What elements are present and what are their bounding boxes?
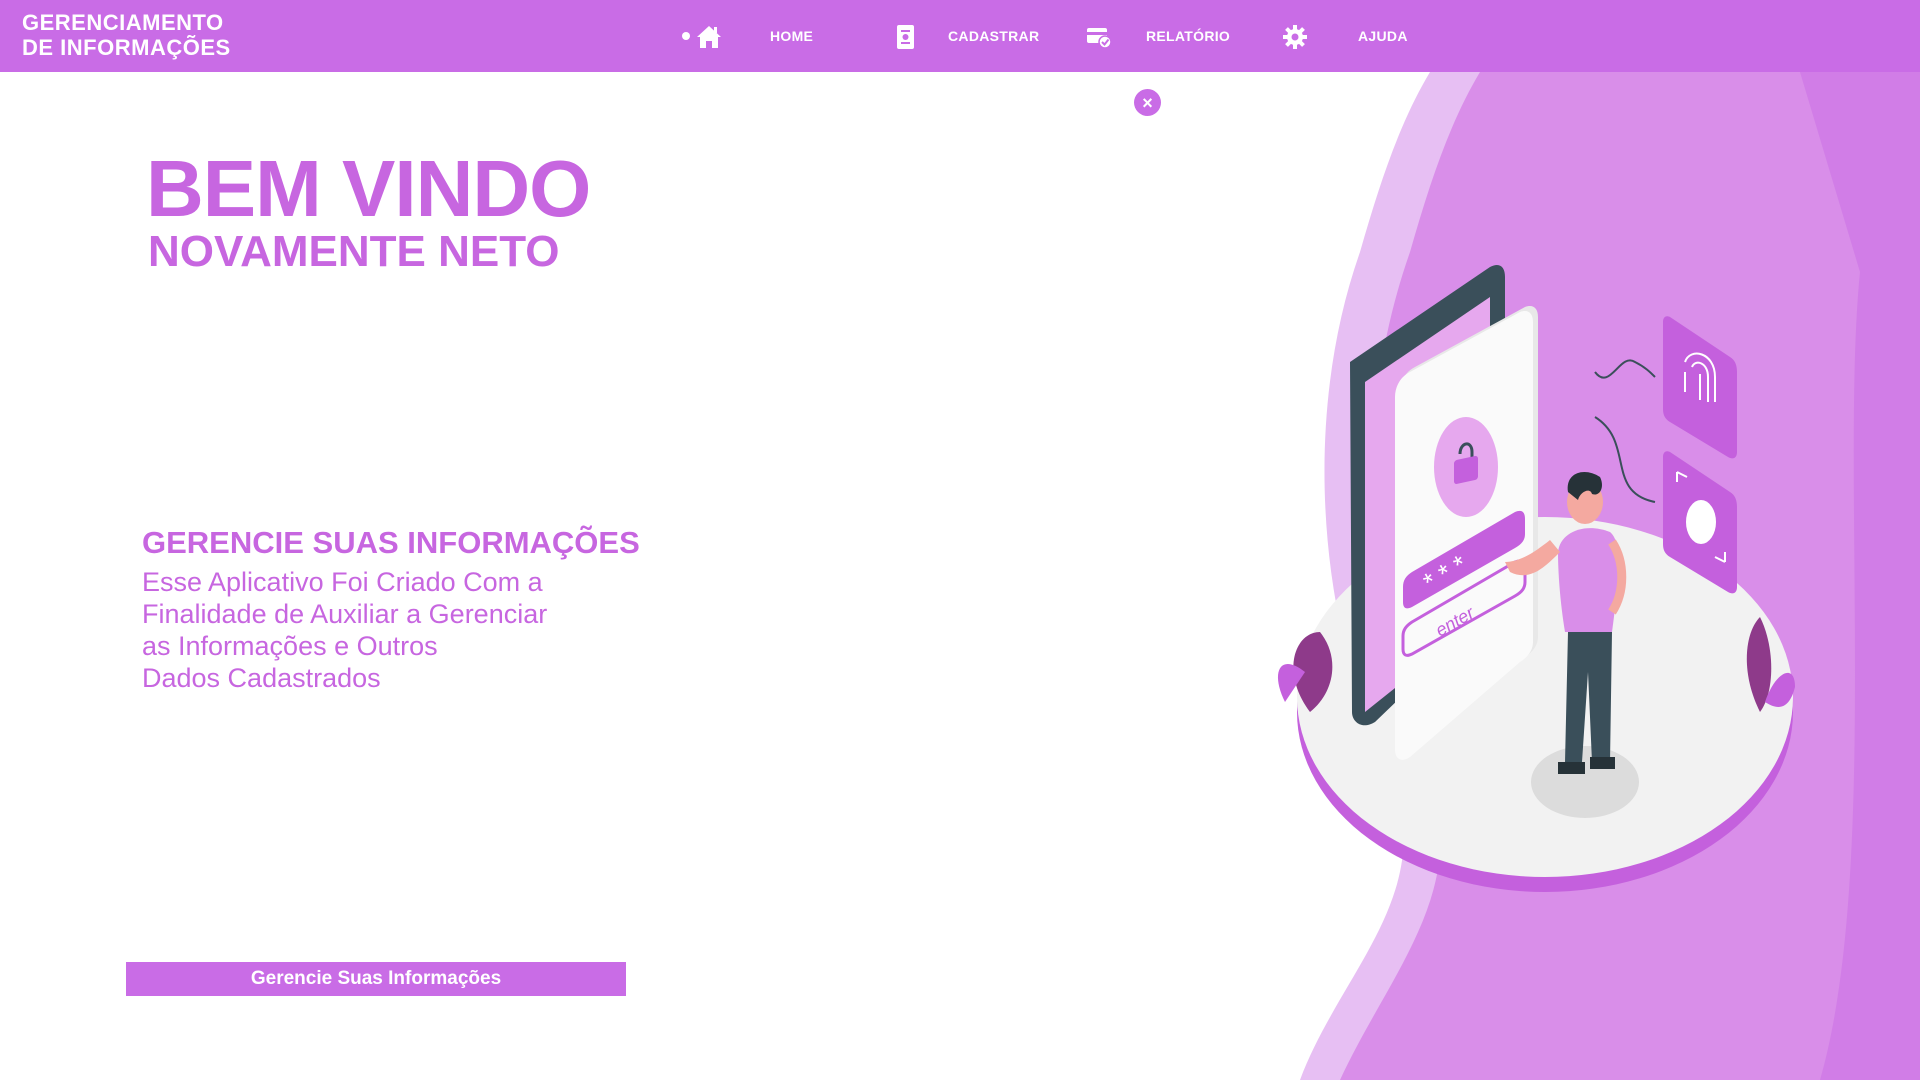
nav-cadastrar[interactable]: CADASTRAR [948, 0, 1039, 72]
close-icon: × [1142, 92, 1153, 113]
nav-cadastrar-label: CADASTRAR [948, 28, 1040, 44]
manage-info-button[interactable]: Gerencie Suas Informações [126, 962, 626, 996]
document-icon[interactable] [892, 23, 920, 51]
info-line: Esse Aplicativo Foi Criado Com a [142, 567, 543, 597]
nav-relatorio-label: RELATÓRIO [1146, 28, 1231, 44]
nav-relatorio[interactable]: RELATÓRIO [1146, 0, 1230, 72]
nav-home[interactable]: HOME [770, 0, 813, 72]
app-logo[interactable]: GERENCIAMENTO DE INFORMAÇÕES [22, 10, 231, 60]
info-description: Esse Aplicativo Foi Criado Com a Finalid… [142, 566, 547, 694]
close-button[interactable]: × [1134, 89, 1161, 116]
security-illustration: * * * enter [1277, 72, 1920, 1080]
info-line: Finalidade de Auxiliar a Gerenciar [142, 599, 548, 629]
welcome-title: BEM VINDO [146, 144, 591, 233]
welcome-subtitle: NOVAMENTE NETO [148, 227, 560, 276]
nav-ajuda[interactable]: AJUDA [1358, 0, 1408, 72]
app-title-line1: GERENCIAMENTO [22, 10, 224, 35]
active-indicator-dot [682, 32, 690, 40]
home-icon[interactable] [695, 23, 723, 51]
nav-home-label: HOME [770, 28, 814, 44]
info-title: GERENCIE SUAS INFORMAÇÕES [142, 525, 640, 560]
gear-icon[interactable] [1281, 23, 1309, 51]
info-line: as Informações e Outros [142, 631, 438, 661]
top-navbar: GERENCIAMENTO DE INFORMAÇÕES HOME CADAST… [0, 0, 1920, 72]
card-check-icon[interactable] [1085, 23, 1113, 51]
info-line: Dados Cadastrados [142, 663, 381, 693]
app-title-line2: DE INFORMAÇÕES [22, 35, 231, 60]
nav-ajuda-label: AJUDA [1358, 28, 1408, 44]
